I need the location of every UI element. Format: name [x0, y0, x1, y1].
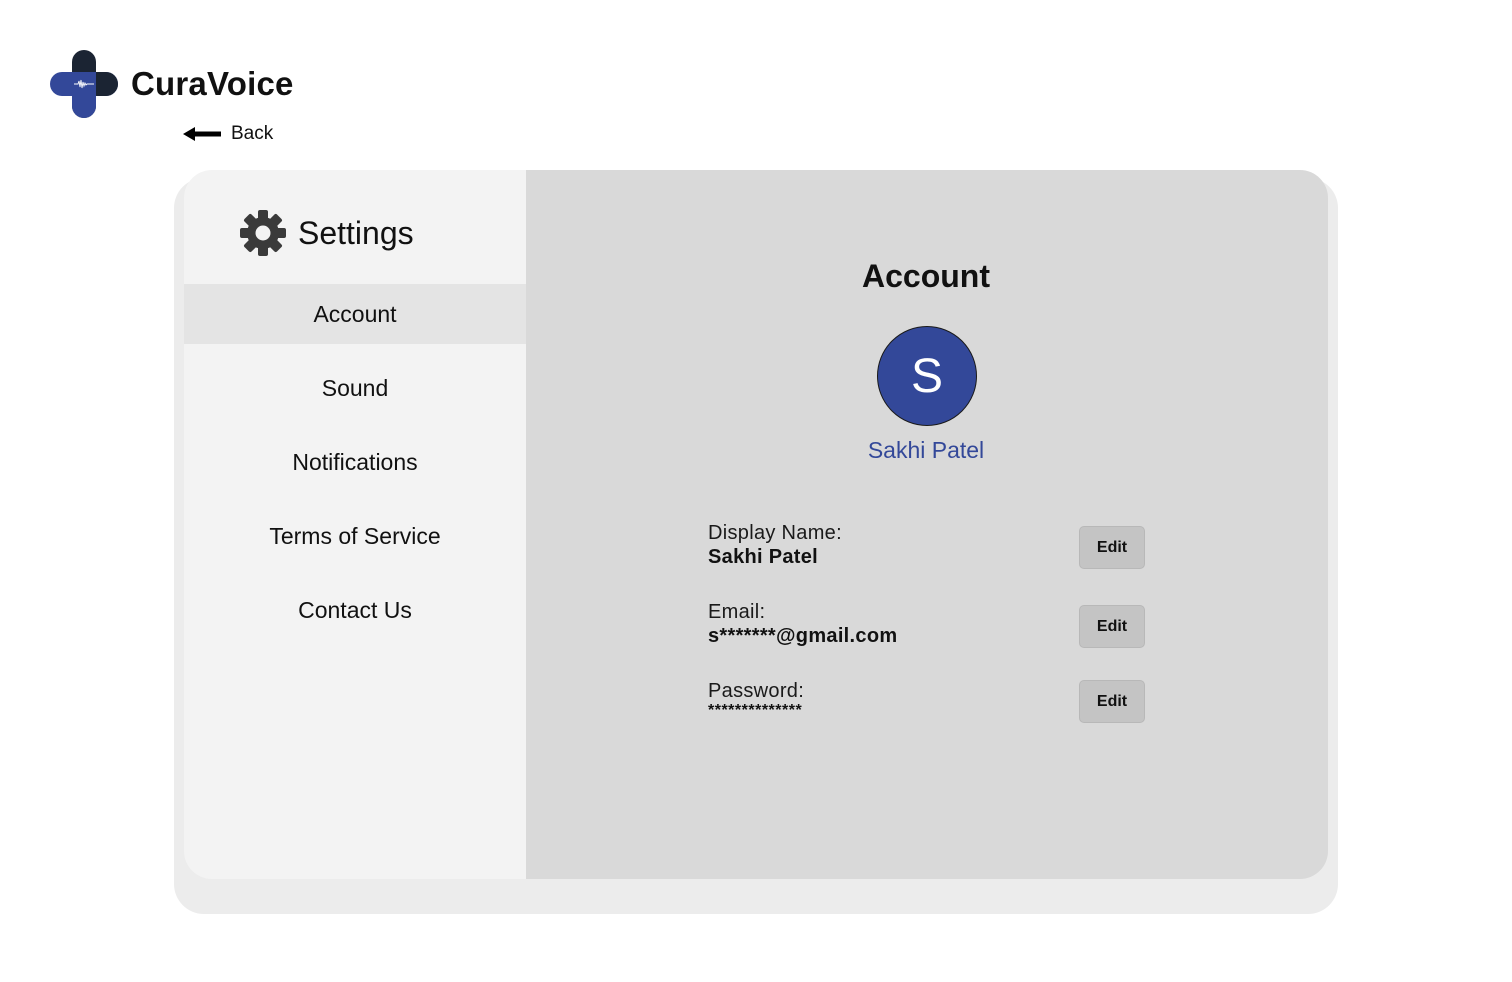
edit-display-name-button[interactable]: Edit — [1079, 526, 1145, 569]
settings-card: Settings Account Sound Notifications Ter… — [184, 170, 1328, 879]
display-name-value: Sakhi Patel — [708, 546, 819, 568]
soundwave-icon — [74, 79, 94, 89]
app-name: CuraVoice — [131, 65, 294, 102]
nav-item-terms-of-service[interactable]: Terms of Service — [184, 506, 526, 566]
sidebar-title: Settings — [298, 214, 414, 251]
sidebar-header: Settings — [240, 210, 414, 256]
nav-item-contact-us[interactable]: Contact Us — [184, 580, 526, 640]
password-value: ************** — [708, 702, 803, 719]
arrow-left-icon — [183, 127, 221, 141]
back-label: Back — [231, 123, 274, 144]
settings-sidebar: Settings Account Sound Notifications Ter… — [184, 170, 526, 879]
nav-item-notifications[interactable]: Notifications — [184, 432, 526, 492]
display-name-label: Display Name: — [708, 522, 842, 544]
edit-password-button[interactable]: Edit — [1079, 680, 1145, 723]
back-button[interactable]: Back — [183, 121, 273, 147]
email-label: Email: — [708, 601, 766, 623]
app-logo: CuraVoice — [50, 50, 294, 118]
settings-nav: Account Sound Notifications Terms of Ser… — [184, 284, 526, 654]
edit-email-button[interactable]: Edit — [1079, 605, 1145, 648]
curavoice-logo-icon — [50, 50, 118, 118]
nav-item-sound[interactable]: Sound — [184, 358, 526, 418]
password-label: Password: — [708, 680, 805, 702]
page-title: Account — [862, 258, 990, 294]
profile-name: Sakhi Patel — [867, 437, 985, 463]
nav-item-account[interactable]: Account — [184, 284, 526, 344]
gear-icon — [240, 210, 286, 256]
email-value: s*******@gmail.com — [708, 625, 898, 647]
account-panel: Account S Sakhi Patel Display Name: Sakh… — [526, 170, 1328, 879]
avatar-initial: S — [910, 349, 943, 403]
avatar: S — [877, 326, 977, 426]
